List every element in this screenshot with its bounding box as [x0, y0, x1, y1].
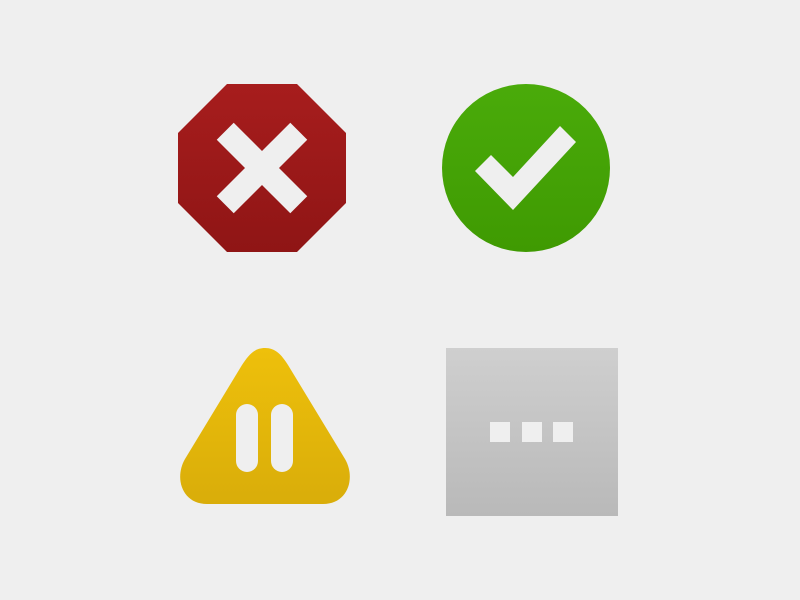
pending-ellipsis-icon-graphic	[446, 348, 618, 516]
paused-warning-icon	[178, 346, 352, 506]
status-icons-canvas	[0, 0, 800, 600]
success-check-icon	[442, 84, 610, 252]
rounded-triangle-shape	[180, 348, 350, 504]
success-check-icon-graphic	[442, 84, 610, 252]
error-stop-icon	[178, 84, 346, 252]
error-stop-icon-graphic	[178, 84, 346, 252]
ellipsis-dots-icon	[490, 422, 573, 442]
pending-ellipsis-icon	[446, 348, 618, 516]
paused-warning-icon-graphic	[180, 348, 350, 504]
